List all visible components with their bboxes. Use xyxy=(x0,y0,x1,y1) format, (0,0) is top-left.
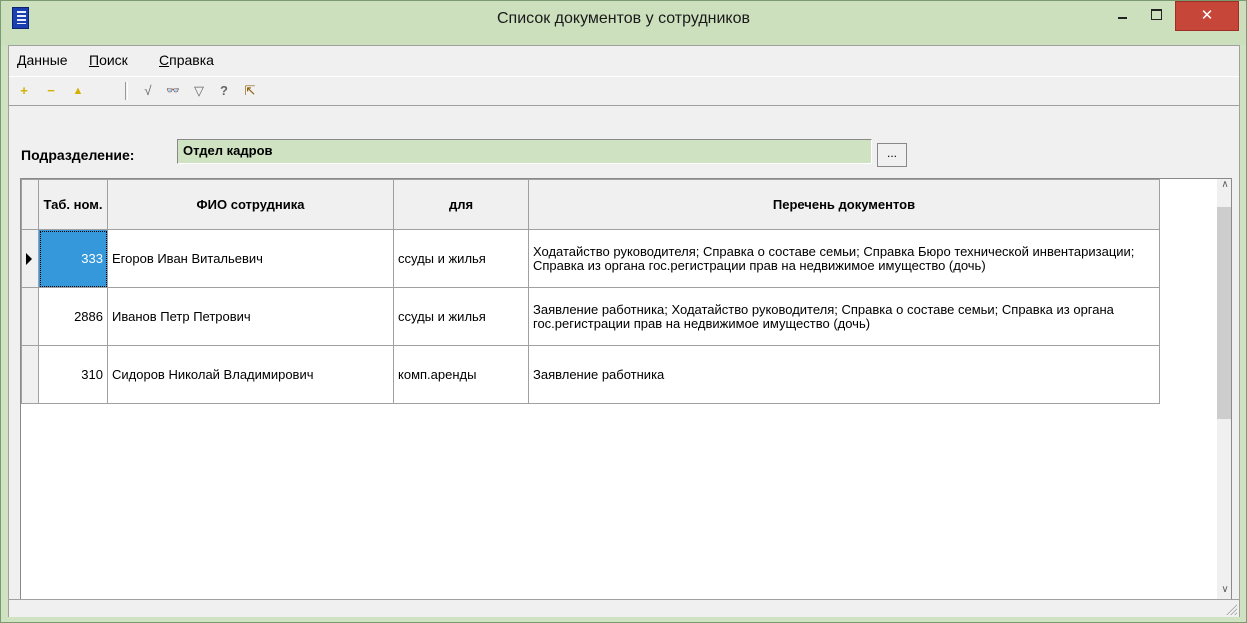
department-field[interactable]: Отдел кадров xyxy=(177,139,872,164)
row-indicator[interactable] xyxy=(21,229,39,288)
cell-fio[interactable]: Сидоров Николай Владимирович xyxy=(107,345,394,404)
client-area: Данные Поиск Справка + − ▲ √ 👓 ▽ ? ⇱ Под… xyxy=(8,45,1240,617)
title-bar[interactable]: Список документов у сотрудников ✕ xyxy=(1,1,1246,45)
scroll-down-icon[interactable]: ∨ xyxy=(1217,584,1231,600)
add-icon[interactable]: + xyxy=(15,82,33,100)
filter-icon[interactable]: ▽ xyxy=(190,82,208,100)
toolbar-separator xyxy=(125,82,128,100)
resize-grip-icon[interactable] xyxy=(1225,603,1237,615)
close-icon: ✕ xyxy=(1200,7,1214,24)
edit-icon[interactable]: ▲ xyxy=(69,82,87,100)
window-title: Список документов у сотрудников xyxy=(496,10,750,27)
header-for[interactable]: для xyxy=(393,179,529,230)
status-bar xyxy=(9,599,1239,617)
department-browse-button[interactable]: ... xyxy=(877,143,907,167)
help-icon[interactable]: ? xyxy=(215,82,233,100)
toolbar: + − ▲ √ 👓 ▽ ? ⇱ xyxy=(9,76,1239,106)
row-indicator[interactable] xyxy=(21,345,39,404)
table-row[interactable]: 310 Сидоров Николай Владимирович комп.ар… xyxy=(21,345,1160,404)
vertical-scrollbar[interactable]: ∧ ∨ xyxy=(1217,179,1231,602)
main-window: Список документов у сотрудников ✕ Данные… xyxy=(0,0,1247,623)
remove-icon[interactable]: − xyxy=(42,82,60,100)
table-row[interactable]: 2886 Иванов Петр Петрович ссуды и жилья … xyxy=(21,287,1160,346)
header-documents[interactable]: Перечень документов xyxy=(528,179,1160,230)
header-indicator xyxy=(21,179,39,230)
row-indicator[interactable] xyxy=(21,287,39,346)
cell-for[interactable]: ссуды и жилья xyxy=(393,287,529,346)
menu-data[interactable]: Данные xyxy=(17,52,68,68)
cell-tab-num[interactable]: 2886 xyxy=(38,287,108,346)
menu-bar: Данные Поиск Справка xyxy=(9,46,1239,76)
documents-table: Таб. ном. ФИО сотрудника для Перечень до… xyxy=(21,179,1160,404)
department-label: Подразделение: xyxy=(21,147,135,163)
cell-tab-num[interactable]: 333 xyxy=(38,229,108,288)
minimize-button[interactable] xyxy=(1106,1,1138,31)
menu-search[interactable]: Поиск xyxy=(89,52,128,68)
check-icon[interactable]: √ xyxy=(139,82,157,100)
scroll-thumb[interactable] xyxy=(1217,207,1231,419)
current-row-arrow-icon xyxy=(26,252,32,265)
cell-tab-num[interactable]: 310 xyxy=(38,345,108,404)
cell-documents[interactable]: Заявление работника xyxy=(528,345,1160,404)
table-header-row: Таб. ном. ФИО сотрудника для Перечень до… xyxy=(21,179,1160,230)
documents-grid[interactable]: Таб. ном. ФИО сотрудника для Перечень до… xyxy=(20,178,1232,603)
cell-documents[interactable]: Ходатайство руководителя; Справка о сост… xyxy=(528,229,1160,288)
close-button[interactable]: ✕ xyxy=(1175,1,1239,31)
maximize-button[interactable] xyxy=(1139,1,1173,31)
find-icon[interactable]: 👓 xyxy=(164,82,182,100)
cell-fio[interactable]: Егоров Иван Витальевич xyxy=(107,229,394,288)
exit-icon[interactable]: ⇱ xyxy=(241,82,259,100)
scroll-up-icon[interactable]: ∧ xyxy=(1217,179,1231,195)
cell-fio[interactable]: Иванов Петр Петрович xyxy=(107,287,394,346)
header-fio[interactable]: ФИО сотрудника xyxy=(107,179,394,230)
cell-for[interactable]: ссуды и жилья xyxy=(393,229,529,288)
cell-for[interactable]: комп.аренды xyxy=(393,345,529,404)
header-tab-num[interactable]: Таб. ном. xyxy=(38,179,108,230)
table-row[interactable]: 333 Егоров Иван Витальевич ссуды и жилья… xyxy=(21,229,1160,288)
department-value: Отдел кадров xyxy=(183,143,273,158)
menu-help[interactable]: Справка xyxy=(159,52,214,68)
cell-documents[interactable]: Заявление работника; Ходатайство руковод… xyxy=(528,287,1160,346)
